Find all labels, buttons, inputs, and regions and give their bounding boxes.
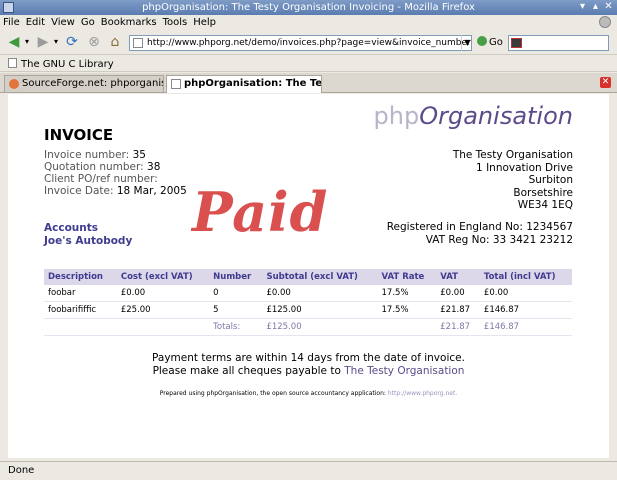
recipient-address: Accounts Joe's Autobody xyxy=(44,222,133,247)
menu-view[interactable]: View xyxy=(48,15,78,30)
invoice-date-row: Invoice Date: 18 Mar, 2005 xyxy=(44,185,187,197)
stop-icon[interactable]: ⊗ xyxy=(85,34,103,50)
url-text: http://www.phporg.net/demo/invoices.php?… xyxy=(147,38,472,48)
column-header: Subtotal (excl VAT) xyxy=(262,269,378,285)
invoice-details: Invoice number: 35 Quotation number: 38 … xyxy=(44,149,187,197)
menu-go[interactable]: Go xyxy=(78,15,98,30)
menu-bookmarks[interactable]: Bookmarks xyxy=(98,15,160,30)
invoice-number-row: Invoice number: 35 xyxy=(44,149,146,161)
close-tab-icon[interactable]: ✕ xyxy=(600,77,611,88)
tab-label: phpOrganisation: The Testy... xyxy=(184,78,322,89)
forward-history-icon[interactable]: ▾ xyxy=(52,34,60,50)
home-icon[interactable]: ⌂ xyxy=(106,34,124,50)
maximize-icon[interactable]: ▴ xyxy=(590,2,601,13)
paid-stamp: Paid xyxy=(192,180,329,244)
forward-icon[interactable]: ▶ xyxy=(34,34,52,50)
tab-label: SourceForge.net: phporganisatio... xyxy=(22,78,163,89)
table-row: foobar £0.00 0 £0.00 17.5% £0.00 £0.00 xyxy=(44,285,572,302)
go-label: Go xyxy=(489,37,503,48)
table-row: foobarififfic £25.00 5 £125.00 17.5% £21.87 £1… xyxy=(44,301,572,319)
url-dropdown-icon[interactable]: ▼ xyxy=(461,35,473,51)
phporganisation-logo: phpOrganisation xyxy=(373,102,573,130)
footer-link[interactable]: http://www.phporg.net. xyxy=(388,390,457,397)
column-header: Cost (excl VAT) xyxy=(116,269,210,285)
column-header: VAT xyxy=(436,269,480,285)
column-header: VAT Rate xyxy=(377,269,437,285)
window-menu-icon[interactable] xyxy=(3,2,14,13)
search-engine-icon[interactable] xyxy=(511,38,522,48)
navigation-toolbar: ◀ ▾ ▶ ▾ ⟳ ⊗ ⌂ http://www.phporg.net/demo… xyxy=(0,30,617,55)
sourceforge-favicon-icon xyxy=(9,79,19,89)
invoice-heading: INVOICE xyxy=(44,126,114,144)
payment-terms: Payment terms are within 14 days from th… xyxy=(152,352,465,377)
page-footer: Prepared using phpOrganisation, the open… xyxy=(159,390,458,397)
menu-help[interactable]: Help xyxy=(190,15,219,30)
column-header: Total (incl VAT) xyxy=(479,269,572,285)
url-input[interactable]: http://www.phporg.net/demo/invoices.php?… xyxy=(129,35,472,51)
tab-phporganisation[interactable]: phpOrganisation: The Testy... xyxy=(166,75,322,93)
back-history-icon[interactable]: ▾ xyxy=(23,34,31,50)
close-window-icon[interactable]: ✕ xyxy=(603,2,614,13)
window-title: phpOrganisation: The Testy Organisation … xyxy=(142,2,475,13)
bookmark-page-icon xyxy=(8,58,17,68)
minimize-icon[interactable]: ▾ xyxy=(577,2,588,13)
search-input[interactable] xyxy=(508,35,609,51)
status-text: Done xyxy=(8,465,35,476)
payee-name: The Testy Organisation xyxy=(344,365,465,377)
page-content: phpOrganisation INVOICE Invoice number: … xyxy=(8,94,609,458)
column-header: Description xyxy=(44,269,117,285)
window-titlebar: phpOrganisation: The Testy Organisation … xyxy=(0,0,617,15)
bookmark-item[interactable]: The GNU C Library xyxy=(8,58,114,71)
invoice-items-table: Description Cost (excl VAT) Number Subto… xyxy=(44,269,572,336)
company-registration: Registered in England No: 1234567 VAT Re… xyxy=(386,221,573,246)
totals-row: Totals: £125.00 £21.87 £146.87 xyxy=(44,318,572,336)
table-header-row: Description Cost (excl VAT) Number Subto… xyxy=(44,269,572,285)
status-bar: Done xyxy=(0,461,617,480)
column-header: Number xyxy=(209,269,263,285)
tab-strip: SourceForge.net: phporganisatio... phpOr… xyxy=(0,73,617,93)
company-address: The Testy Organisation 1 Innovation Driv… xyxy=(452,149,573,211)
bookmarks-toolbar: The GNU C Library xyxy=(0,56,617,72)
reload-icon[interactable]: ⟳ xyxy=(63,34,81,50)
go-button[interactable]: Go xyxy=(477,36,503,50)
menu-bar: File Edit View Go Bookmarks Tools Help xyxy=(0,15,617,30)
bookmark-label: The GNU C Library xyxy=(21,59,114,70)
throbber-icon xyxy=(599,16,611,28)
menu-tools[interactable]: Tools xyxy=(160,15,191,30)
client-ref-row: Client PO/ref number: xyxy=(44,173,158,185)
page-icon xyxy=(133,38,143,48)
menu-file[interactable]: File xyxy=(0,15,23,30)
tab-sourceforge[interactable]: SourceForge.net: phporganisatio... xyxy=(4,75,164,92)
menu-edit[interactable]: Edit xyxy=(23,15,48,30)
quotation-number-row: Quotation number: 38 xyxy=(44,161,161,173)
back-icon[interactable]: ◀ xyxy=(5,34,23,50)
go-icon xyxy=(477,36,487,46)
page-favicon-icon xyxy=(171,79,181,89)
